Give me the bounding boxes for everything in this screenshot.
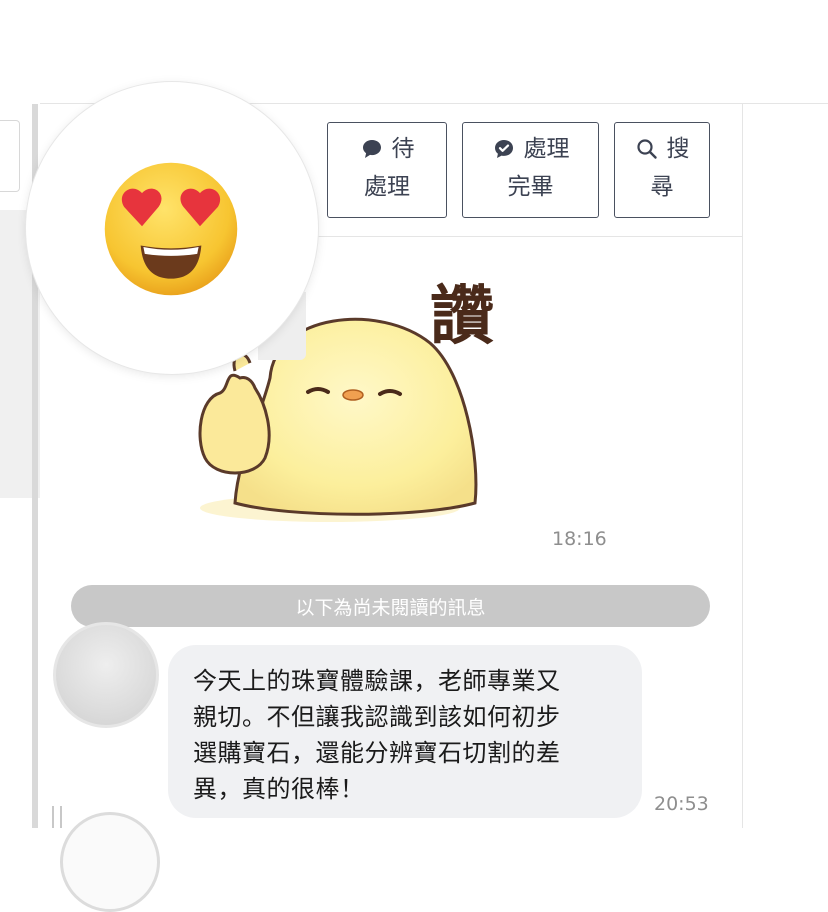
search-button[interactable]: 搜 尋 — [614, 122, 710, 218]
pending-button[interactable]: 待 處理 — [327, 122, 447, 218]
pending-label-2: 處理 — [364, 174, 410, 200]
sticker-timestamp: 18:16 — [552, 528, 607, 550]
unread-divider: 以下為尚未閱讀的訊息 — [71, 585, 710, 627]
emoji-magnifier — [26, 82, 318, 374]
done-label-1: 處理 — [523, 136, 570, 162]
right-divider — [742, 104, 743, 828]
done-button[interactable]: 處理 完畢 — [462, 122, 599, 218]
search-label-1: 搜 — [666, 136, 690, 162]
avatar[interactable] — [53, 622, 159, 728]
check-bubble-icon — [494, 140, 513, 158]
message-line: 異，真的很棒！ — [193, 775, 365, 803]
chat-list-search-field[interactable] — [0, 120, 20, 192]
message-line: 選購寶石，還能分辨寶石切割的差 — [193, 739, 561, 767]
heart-eyes-emoji-icon — [104, 162, 238, 296]
message-bubble[interactable]: 今天上的珠寶體驗課，老師專業又 親切。不但讓我認識到該如何初步 選購寶石，還能分… — [168, 645, 642, 818]
sticker-text: 讚 — [430, 280, 494, 354]
message-line: 今天上的珠寶體驗課，老師專業又 — [193, 667, 561, 695]
scroll-handle[interactable] — [52, 806, 62, 828]
message-timestamp: 20:53 — [654, 793, 709, 815]
message-line: 親切。不但讓我認識到該如何初步 — [193, 703, 561, 731]
pending-label-1: 待 — [391, 136, 415, 162]
speech-bubble-icon — [362, 140, 381, 158]
search-icon — [636, 139, 657, 159]
search-label-2: 尋 — [650, 174, 674, 200]
done-label-2: 完畢 — [507, 174, 554, 200]
avatar[interactable] — [60, 812, 160, 912]
